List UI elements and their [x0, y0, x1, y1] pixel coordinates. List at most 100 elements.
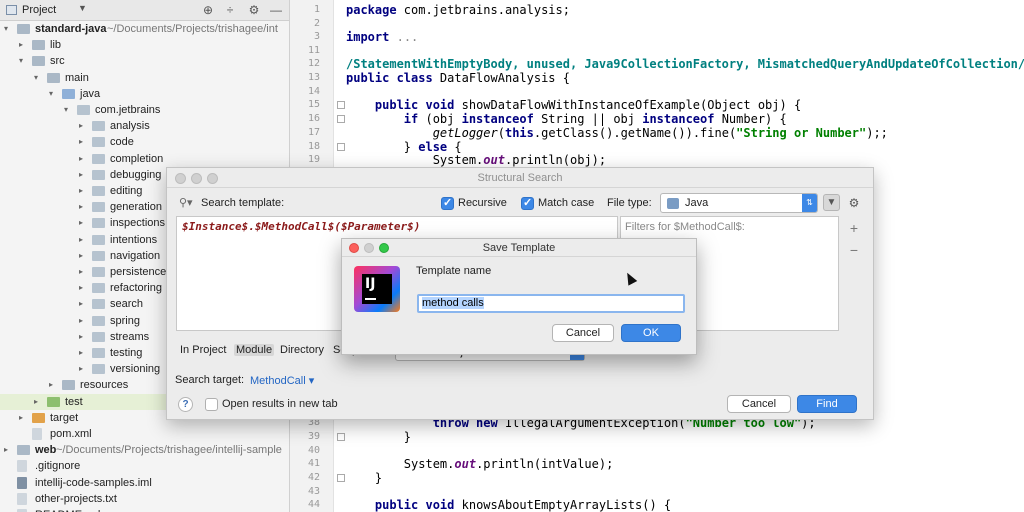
chevron-down-icon[interactable]: ▾ — [19, 53, 23, 69]
code-line[interactable]: public void showDataFlowWithInstanceOfEx… — [346, 98, 801, 112]
line-number: 14 — [307, 86, 320, 97]
match-case-label[interactable]: Match case — [538, 197, 594, 209]
open-results-label[interactable]: Open results in new tab — [222, 398, 338, 410]
chevron-down-icon[interactable]: ▾ — [34, 70, 38, 86]
chevron-down-icon[interactable]: ▾ — [4, 21, 8, 37]
chevron-right-icon[interactable]: ▸ — [79, 151, 83, 167]
collapse-all-icon[interactable]: ÷ — [222, 2, 238, 18]
tree-item[interactable]: intellij-code-samples.iml — [0, 475, 289, 491]
tree-item[interactable]: ▾ main — [0, 70, 289, 86]
intellij-logo-icon: IJ — [354, 266, 400, 312]
tree-item[interactable]: ▾ com.jetbrains — [0, 102, 289, 118]
chevron-right-icon[interactable]: ▸ — [79, 264, 83, 280]
code-line[interactable]: import ... — [346, 30, 418, 44]
chevron-right-icon[interactable]: ▸ — [19, 410, 23, 426]
file-type-select[interactable]: Java ⇅ — [660, 193, 818, 213]
scope-tab-in-project[interactable]: In Project — [180, 344, 226, 356]
search-target-dropdown[interactable]: MethodCall ▾ — [250, 374, 314, 387]
tree-item[interactable]: ▸ lib — [0, 37, 289, 53]
chevron-right-icon[interactable]: ▸ — [79, 345, 83, 361]
fold-marker[interactable] — [337, 433, 345, 441]
fold-marker[interactable] — [337, 143, 345, 151]
code-line[interactable]: public class DataFlowAnalysis { — [346, 71, 570, 85]
remove-filter-icon[interactable]: − — [846, 242, 862, 258]
tree-item-label: pom.xml — [50, 428, 92, 440]
code-line[interactable]: package com.jetbrains.analysis; — [346, 3, 570, 17]
locate-target-icon[interactable]: ⊕ — [200, 2, 216, 18]
tree-item[interactable]: ▾ standard-java ~/Documents/Projects/tris… — [0, 21, 289, 37]
find-button[interactable]: Find — [797, 395, 857, 413]
tree-item-label: resources — [80, 379, 129, 392]
gear-icon[interactable]: ⚙ — [246, 2, 262, 18]
chevron-right-icon[interactable]: ▸ — [79, 134, 83, 150]
line-number: 3 — [313, 31, 320, 42]
java-file-icon — [667, 198, 679, 209]
chevron-right-icon[interactable]: ▸ — [79, 232, 83, 248]
template-name-input[interactable]: method calls — [417, 294, 685, 313]
code-line[interactable]: } else { — [346, 140, 462, 154]
chevron-down-icon[interactable]: ▼ — [78, 3, 87, 13]
tree-item[interactable]: other-projects.txt — [0, 491, 289, 507]
code-line[interactable]: if (obj instanceof String || obj instanc… — [346, 112, 787, 126]
chevron-right-icon[interactable]: ▸ — [79, 199, 83, 215]
ok-button[interactable]: OK — [621, 324, 681, 342]
chevron-right-icon[interactable]: ▸ — [79, 361, 83, 377]
chevron-right-icon[interactable]: ▸ — [79, 280, 83, 296]
tree-item[interactable]: ▸ code — [0, 134, 289, 150]
code-line[interactable]: System.out.println(obj); — [346, 153, 606, 167]
match-case-checkbox[interactable] — [521, 196, 534, 210]
open-results-checkbox[interactable] — [205, 398, 218, 411]
chevron-right-icon[interactable]: ▸ — [49, 377, 53, 393]
filter-icon[interactable]: ▼ — [823, 194, 840, 211]
code-line[interactable]: } — [346, 471, 382, 485]
settings-gear-icon[interactable]: ⚙ — [846, 195, 862, 211]
scope-tab-directory[interactable]: Directory — [280, 344, 324, 356]
fold-marker[interactable] — [337, 474, 345, 482]
tree-item-label: src — [50, 55, 65, 68]
tree-item[interactable]: .gitignore — [0, 458, 289, 474]
code-line[interactable]: public void knowsAboutEmptyArrayLists() … — [346, 498, 671, 512]
tree-item[interactable]: ▾ src — [0, 53, 289, 69]
chevron-right-icon[interactable]: ▸ — [4, 442, 8, 458]
fold-marker[interactable] — [337, 101, 345, 109]
tree-item[interactable]: pom.xml — [0, 426, 289, 442]
tree-item[interactable]: README.md — [0, 507, 289, 512]
maven-file-icon — [32, 428, 42, 440]
tree-item[interactable]: ▸ completion — [0, 151, 289, 167]
chevron-down-icon[interactable]: ▾ — [49, 86, 53, 102]
chevron-right-icon[interactable]: ▸ — [79, 118, 83, 134]
fold-marker[interactable] — [337, 115, 345, 123]
test-folder-icon — [47, 396, 60, 407]
chevron-right-icon[interactable]: ▸ — [79, 329, 83, 345]
tree-item-label: com.jetbrains — [95, 104, 161, 116]
project-panel-title[interactable]: Project — [22, 4, 56, 16]
chevron-right-icon[interactable]: ▸ — [34, 394, 38, 410]
chevron-right-icon[interactable]: ▸ — [79, 313, 83, 329]
chevron-right-icon[interactable]: ▸ — [79, 296, 83, 312]
chevron-right-icon[interactable]: ▸ — [19, 37, 23, 53]
tree-item-label: code — [110, 136, 134, 149]
scope-tab-module[interactable]: Module — [234, 344, 275, 356]
tree-item[interactable]: ▸ analysis — [0, 118, 289, 134]
chevron-right-icon[interactable]: ▸ — [79, 183, 83, 199]
search-history-icon[interactable]: ⚲▾ — [179, 196, 193, 209]
tree-item-label: debugging — [110, 168, 162, 181]
cancel-button[interactable]: Cancel — [552, 324, 614, 342]
code-line[interactable]: } — [346, 430, 411, 444]
tree-item[interactable]: ▸ web ~/Documents/Projects/trishagee/inte… — [0, 442, 289, 458]
code-line[interactable]: /StatementWithEmptyBody, unused, Java9Co… — [346, 57, 1024, 71]
help-button[interactable]: ? — [178, 397, 193, 412]
code-line[interactable]: System.out.println(intValue); — [346, 457, 614, 471]
chevron-right-icon[interactable]: ▸ — [79, 215, 83, 231]
hide-panel-icon[interactable]: — — [268, 2, 284, 18]
tree-item[interactable]: ▾ java — [0, 86, 289, 102]
chevron-right-icon[interactable]: ▸ — [79, 167, 83, 183]
chevron-down-icon[interactable]: ▾ — [64, 102, 68, 118]
code-line[interactable]: getLogger(this.getClass().getName()).fin… — [346, 126, 888, 140]
search-template-label: Search template: — [201, 197, 285, 209]
add-filter-icon[interactable]: + — [846, 220, 862, 236]
recursive-label[interactable]: Recursive — [458, 197, 507, 209]
cancel-button[interactable]: Cancel — [727, 395, 791, 413]
chevron-right-icon[interactable]: ▸ — [79, 248, 83, 264]
recursive-checkbox[interactable] — [441, 196, 454, 210]
